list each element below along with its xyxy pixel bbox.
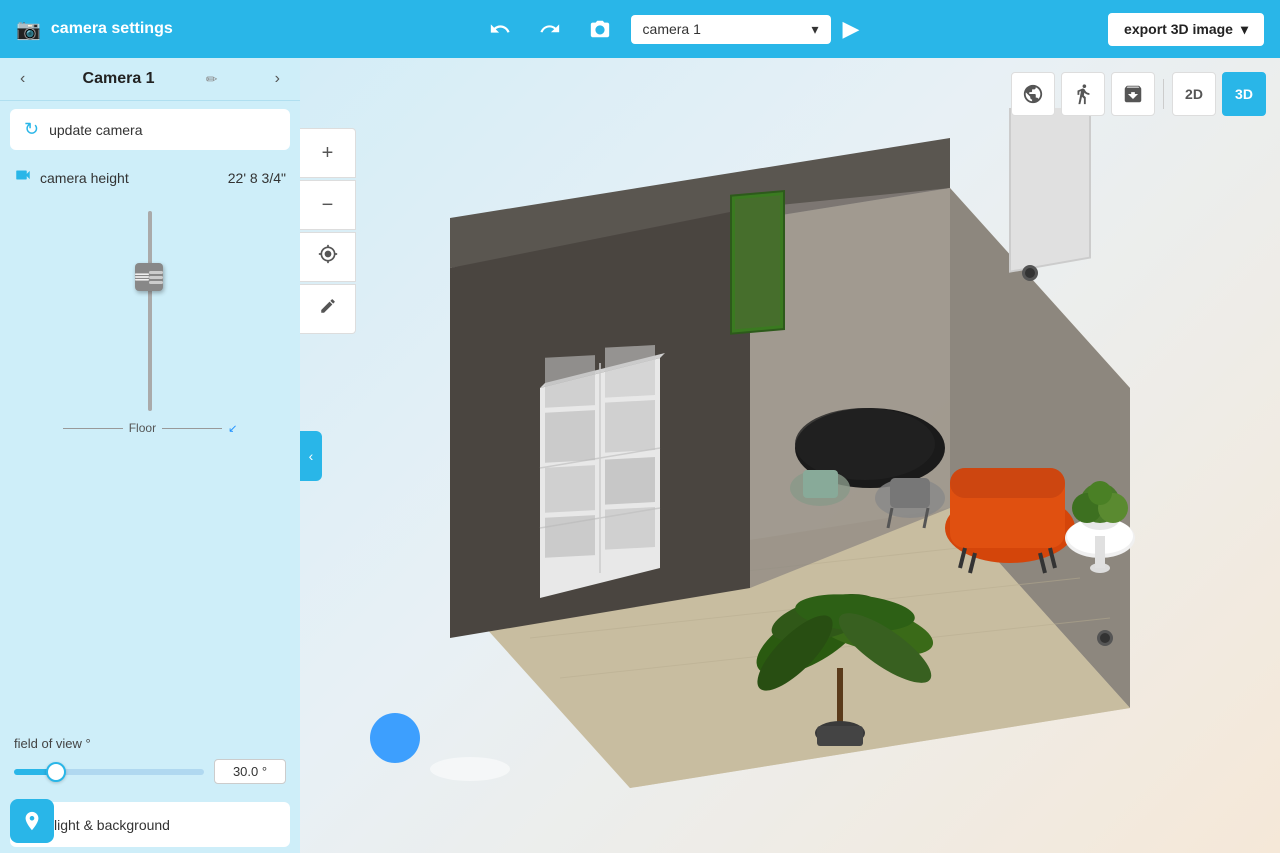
update-camera-row[interactable]: ↻ update camera: [10, 109, 290, 150]
export-button[interactable]: export 3D image ▾: [1108, 13, 1264, 46]
room-svg: [350, 108, 1200, 808]
export-label: export 3D image: [1124, 21, 1233, 37]
camera-height-icon: [14, 166, 32, 189]
fov-slider-track[interactable]: [14, 769, 204, 775]
top-bar-right: export 3D image ▾: [1024, 13, 1264, 46]
zoom-in-icon: +: [322, 142, 334, 165]
camera-height-left: camera height: [14, 166, 129, 189]
camera-position-indicator[interactable]: [370, 713, 420, 763]
app-title: camera settings: [51, 20, 173, 38]
viewport-toolbar: 2D 3D: [1011, 72, 1266, 116]
redo-button[interactable]: [531, 14, 569, 44]
play-button[interactable]: ▶: [843, 16, 860, 42]
camera-height-value: 22' 8 3/4": [228, 170, 286, 186]
main-viewport: ‹ + − 2D 3D: [300, 58, 1280, 853]
field-of-view-section: field of view °: [0, 726, 300, 796]
top-bar-left: 📷 camera settings: [16, 17, 316, 42]
light-background-label: light & background: [54, 817, 170, 833]
camera-dropdown-value: camera 1: [643, 21, 701, 37]
zoom-in-button[interactable]: +: [300, 128, 356, 178]
viewport-left-toolbar: + −: [300, 128, 356, 334]
camera-dropdown-chevron: ▾: [812, 21, 819, 38]
camera-height-row: camera height 22' 8 3/4": [0, 158, 300, 197]
bottom-panel-icon[interactable]: [10, 799, 54, 843]
target-button[interactable]: [300, 232, 356, 282]
export-chevron: ▾: [1241, 21, 1248, 38]
3d-view-button[interactable]: 3D: [1222, 72, 1266, 116]
floor-arrow-icon: ↙: [228, 422, 237, 435]
panel-next-button[interactable]: ›: [269, 68, 286, 90]
fov-value-input[interactable]: [214, 759, 286, 784]
person-view-button[interactable]: [1061, 72, 1105, 116]
target-icon: [318, 244, 338, 270]
vertical-slider-thumb[interactable]: [135, 263, 163, 291]
floor-line-left: [63, 428, 123, 429]
panel-edit-button[interactable]: ✏: [206, 71, 218, 88]
top-bar: 📷 camera settings camera 1 ▾ ▶ export 3D…: [0, 0, 1280, 58]
pencil-icon: [319, 297, 337, 321]
left-panel: ‹ Camera 1 ✏ › ↻ update camera camera he…: [0, 58, 300, 853]
toolbar-divider: [1163, 79, 1164, 109]
camera-floor-shadow: [430, 757, 510, 781]
fov-slider-row: [14, 759, 286, 784]
cube-view-button[interactable]: [1111, 72, 1155, 116]
zoom-out-icon: −: [322, 194, 334, 217]
fov-slider-thumb[interactable]: [46, 762, 66, 782]
update-camera-label: update camera: [49, 122, 142, 138]
2d-view-button[interactable]: 2D: [1172, 72, 1216, 116]
camera-height-label: camera height: [40, 170, 129, 186]
panel-prev-button[interactable]: ‹: [14, 68, 31, 90]
orbit-view-button[interactable]: [1011, 72, 1055, 116]
room-3d-view: [350, 108, 1200, 808]
camera-app-icon: 📷: [16, 17, 41, 42]
screenshot-toolbar-icon[interactable]: [581, 14, 619, 44]
top-bar-center: camera 1 ▾ ▶: [316, 14, 1024, 44]
undo-button[interactable]: [481, 14, 519, 44]
collapse-panel-button[interactable]: ‹: [300, 431, 322, 481]
draw-button[interactable]: [300, 284, 356, 334]
panel-title: Camera 1: [83, 70, 155, 88]
vertical-slider-area: Floor ↙: [0, 201, 300, 726]
panel-header: ‹ Camera 1 ✏ ›: [0, 58, 300, 101]
zoom-out-button[interactable]: −: [300, 180, 356, 230]
refresh-icon: ↻: [24, 119, 39, 140]
vertical-slider-track[interactable]: [148, 211, 152, 411]
field-of-view-label: field of view °: [14, 736, 286, 751]
camera-dropdown[interactable]: camera 1 ▾: [631, 15, 831, 44]
